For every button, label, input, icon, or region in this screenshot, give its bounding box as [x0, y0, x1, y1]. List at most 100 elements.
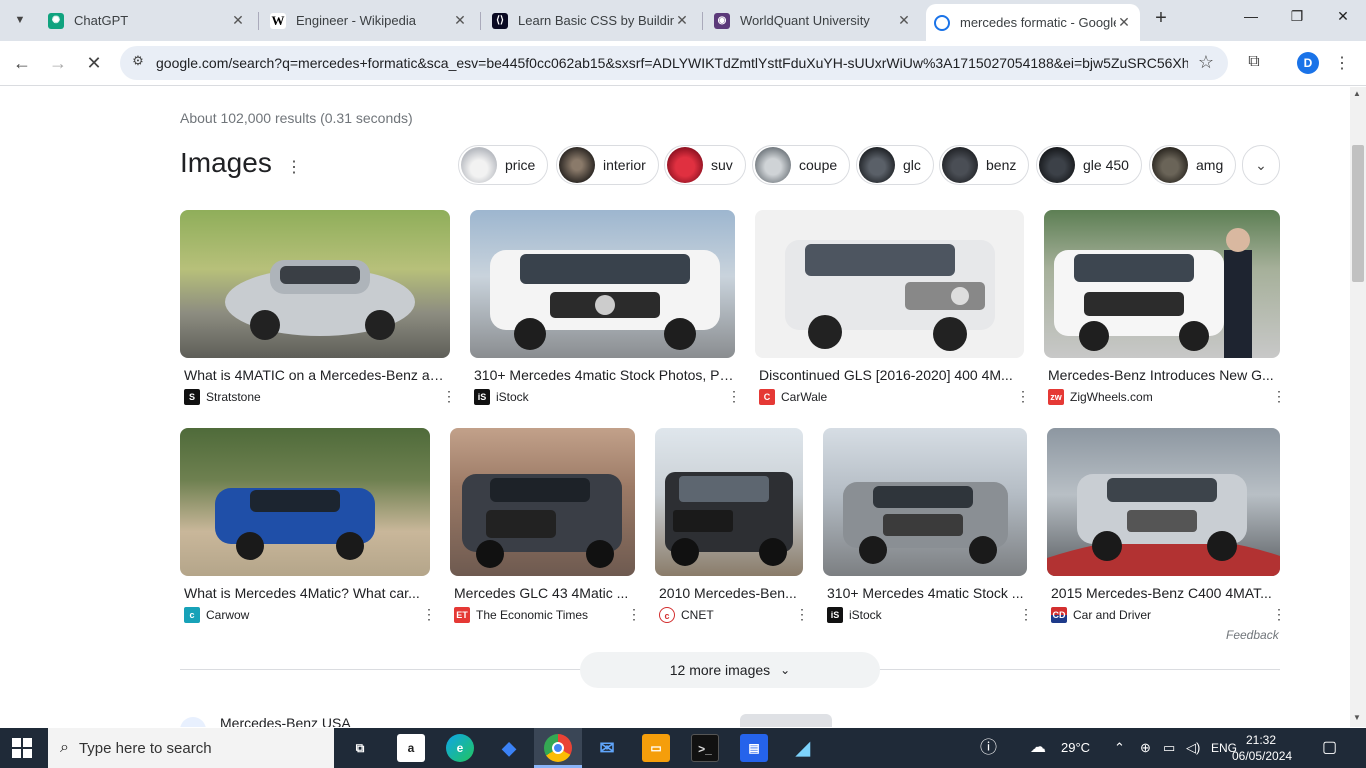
car-image[interactable] [1044, 210, 1280, 358]
image-source[interactable]: c CNET [659, 607, 714, 623]
close-icon[interactable]: ✕ [674, 12, 690, 29]
chevron-up-icon[interactable]: ⌃ [1114, 728, 1125, 768]
chip-suv[interactable]: suv [664, 145, 746, 185]
forward-button[interactable]: → [47, 52, 69, 74]
tab-wikipedia[interactable]: W Engineer - Wikipedia ✕ [262, 6, 476, 35]
tab-google-search[interactable]: mercedes formatic - Google ✕ [926, 4, 1140, 41]
help-icon[interactable]: ⓘ [980, 728, 997, 768]
app-window-icon[interactable]: ▤ [740, 734, 768, 762]
car-image[interactable] [180, 210, 450, 358]
chip-interior[interactable]: interior [556, 145, 659, 185]
kebab-menu-icon[interactable]: ⋮ [1334, 53, 1350, 73]
image-result[interactable]: 2010 Mercedes-Ben... c CNET ⋮ [655, 428, 809, 623]
image-result[interactable]: 310+ Mercedes 4matic Stock ... iS iStock … [823, 428, 1033, 623]
clock[interactable]: 21:32 06/05/2024 [1232, 732, 1292, 764]
kebab-menu-icon[interactable]: ⋮ [727, 388, 741, 405]
bookmark-star-icon[interactable]: ☆ [1198, 52, 1214, 73]
volume-icon[interactable]: ◁) [1186, 728, 1200, 768]
scroll-down-icon[interactable]: ▼ [1353, 713, 1361, 722]
task-view-icon[interactable]: ⧉ [346, 734, 374, 762]
stop-loading-button[interactable]: ✕ [83, 52, 105, 74]
chip-gle-450[interactable]: gle 450 [1036, 145, 1142, 185]
image-result[interactable]: Mercedes-Benz Introduces New G... zw ZigW… [1044, 210, 1286, 405]
app-pen-icon[interactable]: ◢ [789, 734, 817, 762]
close-window-button[interactable]: ✕ [1328, 8, 1358, 30]
car-image[interactable] [1047, 428, 1280, 576]
file-explorer-icon[interactable]: ▭ [642, 734, 670, 762]
restore-button[interactable]: ❐ [1282, 8, 1312, 30]
site-info-icon[interactable]: ⚙ [128, 53, 148, 73]
close-icon[interactable]: ✕ [452, 12, 468, 29]
close-icon[interactable]: ✕ [1116, 14, 1132, 31]
page-scrollbar[interactable]: ▲ ▼ [1350, 87, 1366, 727]
image-caption[interactable]: What is 4MATIC on a Mercedes-Benz an... [184, 367, 449, 383]
result-thumbnail[interactable] [740, 714, 832, 727]
image-caption[interactable]: Mercedes GLC 43 4Matic ... [454, 585, 634, 601]
amazon-icon[interactable]: a [397, 734, 425, 762]
car-image[interactable] [450, 428, 635, 576]
url-text[interactable]: google.com/search?q=mercedes+formatic&sc… [156, 55, 1188, 71]
chip-coupe[interactable]: coupe [752, 145, 851, 185]
chip-price[interactable]: price [458, 145, 549, 185]
next-result-title[interactable]: Mercedes-Benz USA [220, 715, 351, 727]
tab-search-button[interactable]: ▼ [8, 8, 32, 32]
image-source[interactable]: iS iStock [474, 389, 529, 405]
kebab-menu-icon[interactable]: ⋮ [422, 606, 436, 623]
kebab-menu-icon[interactable]: ⋮ [1019, 606, 1033, 623]
image-result[interactable]: Discontinued GLS [2016-2020] 400 4M... C… [755, 210, 1030, 405]
image-result[interactable]: What is 4MATIC on a Mercedes-Benz an... … [180, 210, 456, 405]
feedback-link[interactable]: Feedback [1226, 628, 1279, 642]
mail-icon[interactable]: ✉ [593, 734, 621, 762]
image-source[interactable]: C CarWale [759, 389, 827, 405]
kebab-menu-icon[interactable]: ⋮ [1272, 606, 1286, 623]
car-image[interactable] [180, 428, 430, 576]
image-source[interactable]: ET The Economic Times [454, 607, 588, 623]
terminal-icon[interactable]: >_ [691, 734, 719, 762]
edge-icon[interactable]: e [446, 734, 474, 762]
image-source[interactable]: S Stratstone [184, 389, 261, 405]
close-icon[interactable]: ✕ [896, 12, 912, 29]
image-caption[interactable]: Discontinued GLS [2016-2020] 400 4M... [759, 367, 1023, 383]
profile-avatar[interactable]: D [1297, 52, 1319, 74]
image-caption[interactable]: What is Mercedes 4Matic? What car... [184, 585, 428, 601]
kebab-menu-icon[interactable]: ⋮ [627, 606, 641, 623]
address-bar[interactable]: ⚙ google.com/search?q=mercedes+formatic&… [120, 46, 1228, 80]
chip-benz[interactable]: benz [939, 145, 1030, 185]
image-source[interactable]: c Carwow [184, 607, 249, 623]
kebab-menu-icon[interactable]: ⋮ [442, 388, 456, 405]
back-button[interactable]: ← [11, 52, 33, 74]
scrollbar-thumb[interactable] [1352, 145, 1364, 282]
chips-expand-button[interactable]: ⌄ [1242, 145, 1280, 185]
image-caption[interactable]: 2015 Mercedes-Benz C400 4MAT... [1051, 585, 1280, 601]
notification-icon[interactable]: ▢ [1322, 728, 1337, 768]
image-source[interactable]: iS iStock [827, 607, 882, 623]
scroll-up-icon[interactable]: ▲ [1353, 89, 1361, 98]
image-caption[interactable]: 2010 Mercedes-Ben... [659, 585, 803, 601]
dropbox-icon[interactable]: ◆ [495, 734, 523, 762]
windows-start-button[interactable] [12, 738, 32, 758]
tab-freecodecamp[interactable]: ⟨⟩ Learn Basic CSS by Building ✕ [484, 6, 698, 35]
image-source[interactable]: CD Car and Driver [1051, 607, 1151, 623]
car-image[interactable] [655, 428, 803, 576]
image-result[interactable]: 2015 Mercedes-Benz C400 4MAT... CD Car an… [1047, 428, 1286, 623]
chrome-icon[interactable] [544, 734, 572, 762]
weather-temp[interactable]: 29°C [1061, 728, 1090, 768]
car-image[interactable] [470, 210, 735, 358]
chip-glc[interactable]: glc [856, 145, 934, 185]
weather-icon[interactable]: ☁ [1030, 728, 1046, 768]
image-source[interactable]: zw ZigWheels.com [1048, 389, 1153, 405]
tab-worldquant[interactable]: ◉ WorldQuant University ✕ [706, 6, 920, 35]
image-caption[interactable]: Mercedes-Benz Introduces New G... [1048, 367, 1280, 383]
kebab-menu-icon[interactable]: ⋮ [1272, 388, 1286, 405]
chip-amg[interactable]: amg [1149, 145, 1237, 185]
car-image[interactable] [755, 210, 1024, 358]
image-caption[interactable]: 310+ Mercedes 4matic Stock ... [827, 585, 1027, 601]
battery-icon[interactable]: ▭ [1163, 728, 1175, 768]
network-icon[interactable]: ⊕ [1140, 728, 1151, 768]
car-image[interactable] [823, 428, 1027, 576]
close-icon[interactable]: ✕ [230, 12, 246, 29]
more-images-button[interactable]: 12 more images ⌄ [580, 652, 880, 688]
kebab-menu-icon[interactable]: ⋮ [286, 157, 302, 177]
kebab-menu-icon[interactable]: ⋮ [795, 606, 809, 623]
minimize-button[interactable]: — [1236, 8, 1266, 30]
